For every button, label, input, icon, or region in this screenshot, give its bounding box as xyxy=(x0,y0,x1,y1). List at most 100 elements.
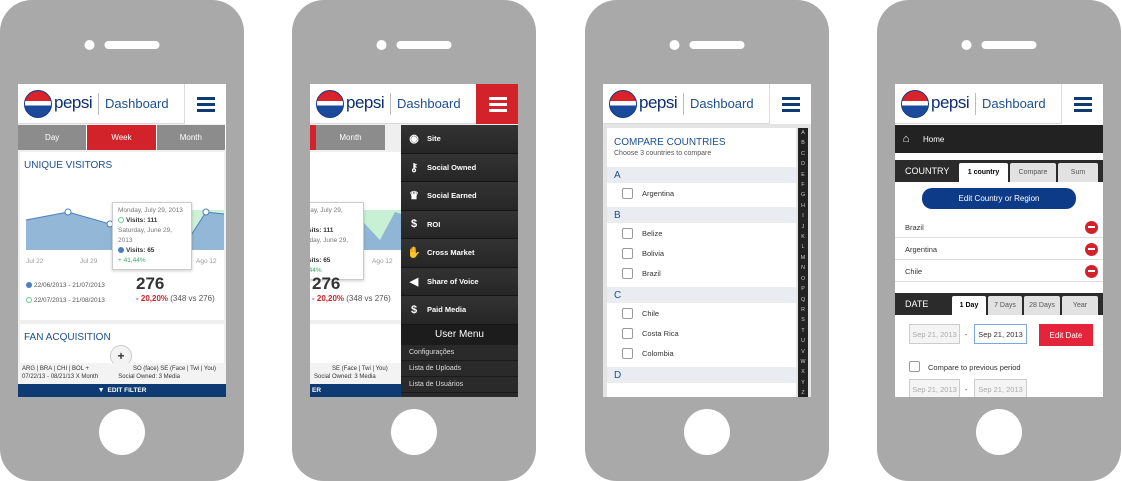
checkbox[interactable] xyxy=(622,227,633,239)
compare-countries-panel: COMPARE COUNTRIES Choose 3 countries to … xyxy=(607,128,796,397)
date-from-field[interactable]: Sep 21, 2013 xyxy=(909,324,960,344)
country-option[interactable]: Colombia xyxy=(607,343,796,363)
checkbox[interactable] xyxy=(622,267,633,279)
tab-sum[interactable]: Sum xyxy=(1058,163,1098,182)
alphabet-index-letter[interactable]: J xyxy=(798,222,808,232)
side-menu: ◉ Site ⚷ Social Owned ♛ Social Earned $ ROI … xyxy=(401,125,518,397)
alphabet-index-letter[interactable]: N xyxy=(798,263,808,273)
alphabet-index-letter[interactable]: W xyxy=(798,357,808,367)
alphabet-index-letter[interactable]: B xyxy=(798,138,808,148)
checkbox[interactable] xyxy=(622,247,633,259)
compare-previous-checkbox[interactable] xyxy=(909,361,920,372)
tab-1-day[interactable]: 1 Day xyxy=(952,296,986,315)
alphabet-index-letter[interactable]: P xyxy=(798,284,808,294)
checkbox[interactable] xyxy=(622,327,633,339)
hamburger-menu-icon[interactable] xyxy=(1061,84,1103,124)
tab-28-days[interactable]: 28 Days xyxy=(1024,296,1060,315)
tab-month[interactable]: Month xyxy=(156,125,226,150)
alphabet-index-letter[interactable]: G xyxy=(798,190,808,200)
alphabet-index-letter[interactable]: M xyxy=(798,253,808,263)
compare-previous-label: Compare to previous period xyxy=(928,363,1021,372)
menu-item-share-of-voice[interactable]: ◀ Share of Voice xyxy=(401,267,518,296)
edit-filter-button[interactable]: ER xyxy=(310,384,401,397)
menu-item-cross-market[interactable]: ✋ Cross Market xyxy=(401,239,518,268)
tab-compare[interactable]: Compare xyxy=(1010,163,1056,182)
tab-year[interactable]: Year xyxy=(1062,296,1098,315)
country-option[interactable]: Argentina xyxy=(607,183,796,203)
alphabet-index-letter[interactable]: Z xyxy=(798,388,808,397)
edit-date-button[interactable]: Edit Date xyxy=(1039,324,1093,346)
pepsi-logo-icon xyxy=(24,90,52,118)
tab-month[interactable]: Month xyxy=(316,125,385,150)
tab-week[interactable]: Week xyxy=(87,125,157,150)
filter-summary: SE (Face | Twi | You) Social Owned: 3 Me… xyxy=(310,363,401,384)
phone-home-button xyxy=(99,409,145,455)
alphabet-index-letter[interactable]: Y xyxy=(798,378,808,388)
checkbox[interactable] xyxy=(622,307,633,319)
app-header: pepsi Dashboard xyxy=(310,84,518,124)
country-option[interactable]: Brazil xyxy=(607,263,796,283)
alphabet-index-letter[interactable]: D xyxy=(798,159,808,169)
user-menu-item-users[interactable]: Lista de Usuários xyxy=(401,377,518,393)
tooltip-visits-current: Visits: 111 xyxy=(126,217,158,224)
edit-filter-button[interactable]: ▼ EDIT FILTER xyxy=(18,384,226,397)
hamburger-menu-icon[interactable] xyxy=(769,84,811,124)
alphabet-index-letter[interactable]: L xyxy=(798,242,808,252)
menu-item-site[interactable]: ◉ Site xyxy=(401,125,518,154)
checkbox[interactable] xyxy=(622,187,633,199)
menu-item-social-owned[interactable]: ⚷ Social Owned xyxy=(401,153,518,182)
alphabet-index-letter[interactable]: A xyxy=(798,128,808,138)
alphabet-index[interactable]: ABCDEFGHIJKLMNOPQRSTUVWXYZ xyxy=(798,128,808,397)
alphabet-index-letter[interactable]: O xyxy=(798,274,808,284)
tooltip-date-current: Monday, July 29, 2013 xyxy=(118,207,183,214)
country-option[interactable]: Belize xyxy=(607,223,796,243)
user-menu-title: User Menu xyxy=(401,324,518,345)
alphabet-index-letter[interactable]: C xyxy=(798,149,808,159)
remove-icon[interactable] xyxy=(1085,242,1098,256)
page-title: Dashboard xyxy=(690,96,754,111)
previous-period-legend-icon xyxy=(26,282,32,289)
user-menu-item-uploads[interactable]: Lista de Uploads xyxy=(401,361,518,377)
hamburger-menu-icon[interactable] xyxy=(476,84,518,124)
country-option[interactable]: Costa Rica xyxy=(607,323,796,343)
phone-1: pepsi Dashboard Day Week Month UNIQUE VI… xyxy=(0,0,244,481)
menu-item-roi[interactable]: $ ROI xyxy=(401,210,518,239)
menu-item-paid-media[interactable]: $ Paid Media xyxy=(401,296,518,325)
alphabet-index-letter[interactable]: T xyxy=(798,326,808,336)
alphabet-index-letter[interactable]: F xyxy=(798,180,808,190)
alphabet-index-letter[interactable]: R xyxy=(798,305,808,315)
alphabet-index-letter[interactable]: E xyxy=(798,170,808,180)
alphabet-index-letter[interactable]: I xyxy=(798,211,808,221)
hamburger-menu-icon[interactable] xyxy=(184,84,226,124)
alphabet-index-letter[interactable]: U xyxy=(798,336,808,346)
remove-icon[interactable] xyxy=(1085,264,1098,278)
tab-1-country[interactable]: 1 country xyxy=(959,163,1008,182)
previous-from-field[interactable]: Sep 21, 2013 xyxy=(909,379,960,397)
checkbox[interactable] xyxy=(622,347,633,359)
tab-7-days[interactable]: 7 Days xyxy=(988,296,1022,315)
date-separator: - xyxy=(965,385,968,394)
edit-country-button[interactable]: Edit Country or Region xyxy=(922,188,1076,209)
user-menu-item-settings[interactable]: Configurações xyxy=(401,345,518,361)
country-option[interactable]: Bolivia xyxy=(607,243,796,263)
phone-3: pepsi Dashboard COMPARE COUNTRIES Choose… xyxy=(585,0,829,481)
tab-day[interactable]: Day xyxy=(18,125,88,150)
filter-dates: 07/22/13 - 08/21/13 X Month xyxy=(22,373,99,380)
alphabet-index-letter[interactable]: K xyxy=(798,232,808,242)
menu-item-social-earned[interactable]: ♛ Social Earned xyxy=(401,182,518,211)
phone-home-button xyxy=(391,409,437,455)
alphabet-index-letter[interactable]: Q xyxy=(798,295,808,305)
country-option[interactable]: Chile xyxy=(607,303,796,323)
alphabet-index-letter[interactable]: X xyxy=(798,367,808,377)
dollar-icon: $ xyxy=(410,218,418,231)
alphabet-index-letter[interactable]: S xyxy=(798,315,808,325)
date-to-field[interactable]: Sep 21, 2013 xyxy=(974,324,1027,344)
legend-previous: 22/06/2013 - 21/07/2013 xyxy=(34,282,105,289)
screen-settings: pepsi Dashboard ⌂ Home COUNTRY 1 country… xyxy=(895,84,1103,397)
remove-icon[interactable] xyxy=(1085,220,1098,234)
tooltip-visits-previous: Visits: 65 xyxy=(126,247,155,254)
alphabet-index-letter[interactable]: V xyxy=(798,347,808,357)
previous-to-field[interactable]: Sep 21, 2013 xyxy=(974,379,1027,397)
alphabet-index-letter[interactable]: H xyxy=(798,201,808,211)
home-breadcrumb[interactable]: ⌂ Home xyxy=(895,125,1103,153)
